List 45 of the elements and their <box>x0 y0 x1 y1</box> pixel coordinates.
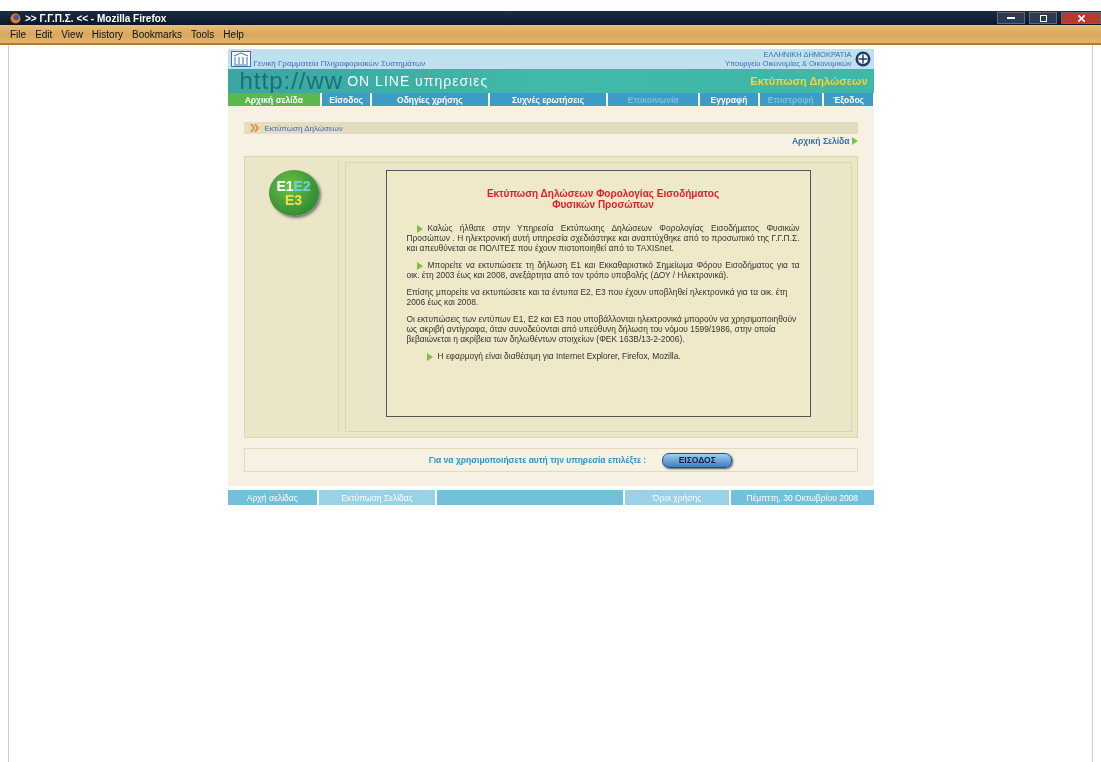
close-button[interactable] <box>1061 12 1101 24</box>
page-title: Εκτύπωση Δηλώσεων <box>750 75 868 87</box>
footer-link[interactable]: Αρχή σελίδας <box>227 490 318 505</box>
minimize-icon <box>1007 17 1015 19</box>
info-title: Εκτύπωση Δηλώσεων Φορολογίας Εισοδήματος Φυσικών Προσώπων <box>485 188 721 210</box>
action-prompt: Για να χρησιμοποιήσετε αυτή την υπηρεσία επιλέξτε : <box>428 455 647 465</box>
maximize-button[interactable] <box>1029 12 1057 24</box>
footer-link[interactable]: Όροι χρήσης <box>625 490 729 505</box>
arrow-icon <box>416 224 423 233</box>
menu-item[interactable]: Help <box>223 28 244 40</box>
organization-name: Γενική Γραμματεία Πληροφοριακών Συστημάτων <box>253 59 427 69</box>
arrow-icon <box>416 261 423 270</box>
info-paragraph: Καλώς ήλθατε στην Υπηρεσία Εκτύπωσης Δηλώσεων Φορολογίας Εισοδήματος Φυσικών Προσώπων . Η ηλεκτρονική αυτή υπηρεσία σχεδιάστηκε και αναπτύχθηκε από το προσωπικό της Γ.Γ.Π.Σ. και απευθύνεται σε ΠΟΛΙΤΕΣ που έχουν πιστοποιηθεί από το TAXISnet. <box>406 223 800 253</box>
building-logo-icon <box>230 51 251 67</box>
arrow-icon <box>426 352 433 361</box>
menu-item[interactable]: View <box>61 28 83 40</box>
footer-link[interactable]: Πέμπττη, 30 Οκτωβρίου 2008 <box>730 490 874 505</box>
nav-tab[interactable]: Συχνές ερωτήσεις <box>489 93 607 106</box>
info-paragraph: Επίσης μπορείτε να εκτυπώσετε και τα έντυπα Ε2, Ε3 που έχουν υποβληθεί ηλεκτρονικά για τα οικ. έτη 2006 έως και 2008. <box>406 287 789 307</box>
form-badge: E1E2 E3 <box>268 170 319 216</box>
close-icon <box>1077 14 1085 22</box>
breadcrumb-text: Εκτύπωση Δηλώσεων <box>264 123 343 133</box>
enter-button[interactable]: ΕΙΣΟΔΟΣ <box>662 452 733 468</box>
nav-tab[interactable]: Οδηγίες χρήσης <box>372 93 488 106</box>
menu-item[interactable]: Bookmarks <box>132 28 182 40</box>
double-chevron-icon <box>249 124 260 132</box>
info-paragraph: Οι εκτυπώσεις των εντύπων Ε1, Ε2 και Ε3 που υποβάλλονται ηλεκτρονικά μπορούν να χρησιμοποιηθούν ως ακριβή αντίγραφα, όταν συνοδεύονται από υπεύθυνη δήλωση του νόμου 1599/1986, στην οποία βεβαιώνεται η ακρίβεια των δηλωθέντων στοιχείων (ΦΕΚ 163Β/13-2-2006). <box>406 314 798 344</box>
menu-item[interactable]: Tools <box>191 28 215 40</box>
nav-tab[interactable]: Εγγραφή <box>700 93 758 106</box>
menu-item[interactable]: History <box>91 28 123 40</box>
emblem-icon <box>854 51 871 67</box>
home-link[interactable]: Αρχική Σελίδα <box>791 136 850 146</box>
minimize-button[interactable] <box>997 12 1025 24</box>
nav-tab[interactable]: Αρχική σελίδα <box>227 93 321 106</box>
nav-tab[interactable]: Είσοδος <box>322 93 371 106</box>
nav-tab[interactable]: Έξοδος <box>823 93 874 106</box>
arrow-icon <box>851 137 858 145</box>
info-paragraph: Μπορείτε να εκτυπώσετε τη δήλωση Ε1 και Εκκαθαριστικό Σημείωμα Φόρου Εισοδήματος για τα οικ. έτη 2003 έως και 2008, ανεξάρτητα από τον τρόπο υποβολής (ΔΟΥ / Ηλεκτρονικά). <box>406 260 800 280</box>
footer-link[interactable]: Εκτύπωση Σελίδας <box>319 490 435 505</box>
info-paragraph: Η εφαρμογή είναι διαθέσιμη για Internet Explorer, Firefox, Mozilla. <box>406 351 800 361</box>
menu-item[interactable]: File <box>10 28 27 40</box>
menu-item[interactable]: Edit <box>35 28 53 40</box>
maximize-icon <box>1039 14 1047 22</box>
window-title: >> Γ.Γ.Π.Σ. << - Mozilla Firefox <box>25 12 168 24</box>
banner-service: ON LINE υπηρεσιες <box>347 73 490 89</box>
